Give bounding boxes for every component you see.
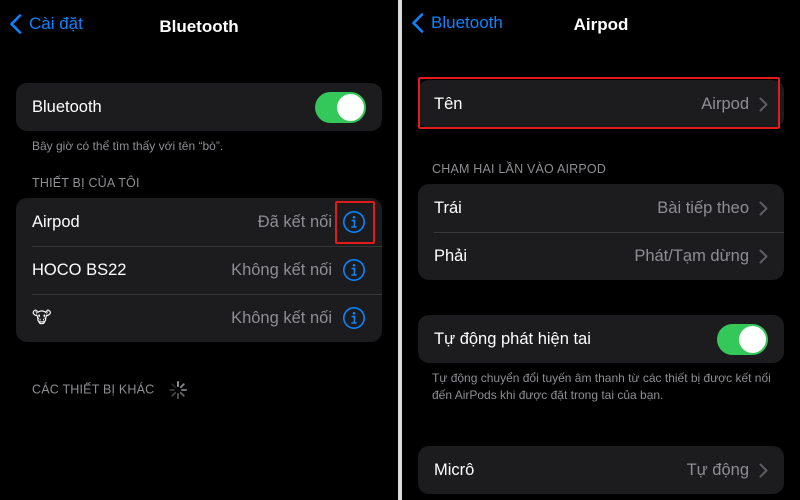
double-tap-left-row[interactable]: Trái Bài tiếp theo (418, 184, 784, 232)
device-status: Đã kết nối (257, 212, 332, 231)
bluetooth-toggle-group: Bluetooth (16, 83, 382, 131)
bluetooth-settings-screen: Cài đặt Bluetooth Bluetooth Bây giờ có t… (0, 0, 398, 500)
other-devices-label: CÁC THIẾT BỊ KHÁC (32, 382, 155, 397)
loading-spinner-icon (169, 381, 188, 399)
mic-value: Tự động (686, 460, 749, 479)
double-tap-left-label: Trái (434, 198, 462, 217)
discoverable-text: Bây giờ có thể tìm thấy với tên “bò”. (32, 139, 224, 153)
device-name: 🐮 (32, 309, 52, 327)
double-tap-group: Trái Bài tiếp theo Phải Phát/Tạm dừng (418, 184, 784, 280)
bluetooth-row: Bluetooth (16, 83, 382, 131)
info-icon[interactable] (342, 258, 366, 282)
auto-ear-switch[interactable] (717, 323, 768, 355)
my-devices-header: THIẾT BỊ CỦA TÔI (32, 176, 140, 190)
auto-ear-label: Tự động phát hiện tai (434, 329, 591, 348)
device-status: Không kết nối (231, 308, 332, 327)
mic-group: Micrô Tự động (418, 446, 784, 494)
chevron-right-icon (759, 463, 768, 477)
double-tap-right-row[interactable]: Phải Phát/Tạm dừng (418, 232, 784, 280)
chevron-right-icon (759, 201, 768, 215)
nav-bar: Bluetooth Airpod (402, 0, 800, 54)
other-devices-header: CÁC THIẾT BỊ KHÁC (32, 380, 188, 400)
double-tap-header: CHẠM HAI LẦN VÀO AIRPOD (432, 162, 607, 176)
auto-ear-group: Tự động phát hiện tai (418, 315, 784, 363)
device-status: Không kết nối (231, 260, 332, 279)
auto-ear-footer: Tự động chuyển đổi tuyến âm thanh từ các… (432, 371, 771, 402)
name-row-highlight (418, 77, 780, 129)
double-tap-right-label: Phải (434, 246, 468, 265)
double-tap-left-value: Bài tiếp theo (657, 198, 749, 217)
switch-knob (739, 325, 766, 353)
switch-knob (337, 93, 364, 121)
device-row-airpod[interactable]: Airpod Đã kết nối (16, 198, 382, 246)
device-name: Airpod (32, 212, 80, 231)
chevron-right-icon (759, 249, 768, 263)
bluetooth-switch[interactable] (315, 91, 366, 123)
info-icon[interactable] (342, 306, 366, 330)
device-row-cow[interactable]: 🐮 Không kết nối (16, 294, 382, 342)
nav-bar: Cài đặt Bluetooth (0, 0, 398, 54)
device-row-hoco[interactable]: HOCO BS22 Không kết nối (16, 246, 382, 294)
airpod-settings-screen: Bluetooth Airpod Tên Airpod CHẠM HAI LẦN… (402, 0, 800, 500)
device-name: HOCO BS22 (32, 260, 127, 279)
info-button-highlight (335, 201, 375, 244)
my-devices-list: Airpod Đã kết nối HOCO BS22 Không kết nố… (16, 198, 382, 342)
bluetooth-label: Bluetooth (32, 97, 102, 116)
page-title: Airpod (573, 15, 629, 34)
double-tap-right-value: Phát/Tạm dừng (634, 246, 749, 265)
mic-row[interactable]: Micrô Tự động (418, 446, 784, 494)
mic-label: Micrô (434, 460, 475, 479)
page-title: Bluetooth (159, 17, 239, 36)
auto-ear-row: Tự động phát hiện tai (418, 315, 784, 363)
